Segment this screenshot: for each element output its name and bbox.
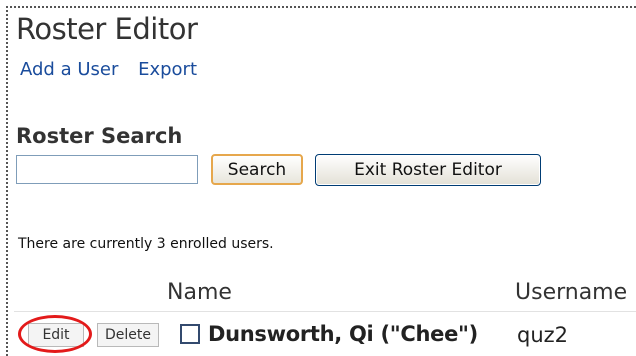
roster-search-input[interactable]: [16, 155, 198, 184]
add-user-link[interactable]: Add a User: [20, 59, 118, 80]
column-header-name: Name: [167, 280, 232, 305]
header-links: Add a User Export: [20, 59, 211, 80]
highlight-circle: [18, 315, 92, 353]
delete-button[interactable]: Delete: [97, 323, 159, 347]
row-divider: [14, 311, 636, 312]
roster-search-heading: Roster Search: [16, 124, 183, 148]
frame-top-border: [6, 6, 636, 8]
export-link[interactable]: Export: [138, 59, 197, 80]
enrolled-count-text: There are currently 3 enrolled users.: [18, 236, 274, 252]
page-title: Roster Editor: [16, 12, 198, 46]
user-name: Dunsworth, Qi ("Chee"): [208, 322, 478, 346]
search-button[interactable]: Search: [211, 154, 303, 185]
column-header-username: Username: [515, 280, 628, 305]
exit-roster-editor-button[interactable]: Exit Roster Editor: [315, 154, 541, 186]
frame-left-border: [6, 6, 8, 356]
user-username: quz2: [517, 323, 569, 347]
user-select-checkbox[interactable]: [180, 324, 200, 344]
